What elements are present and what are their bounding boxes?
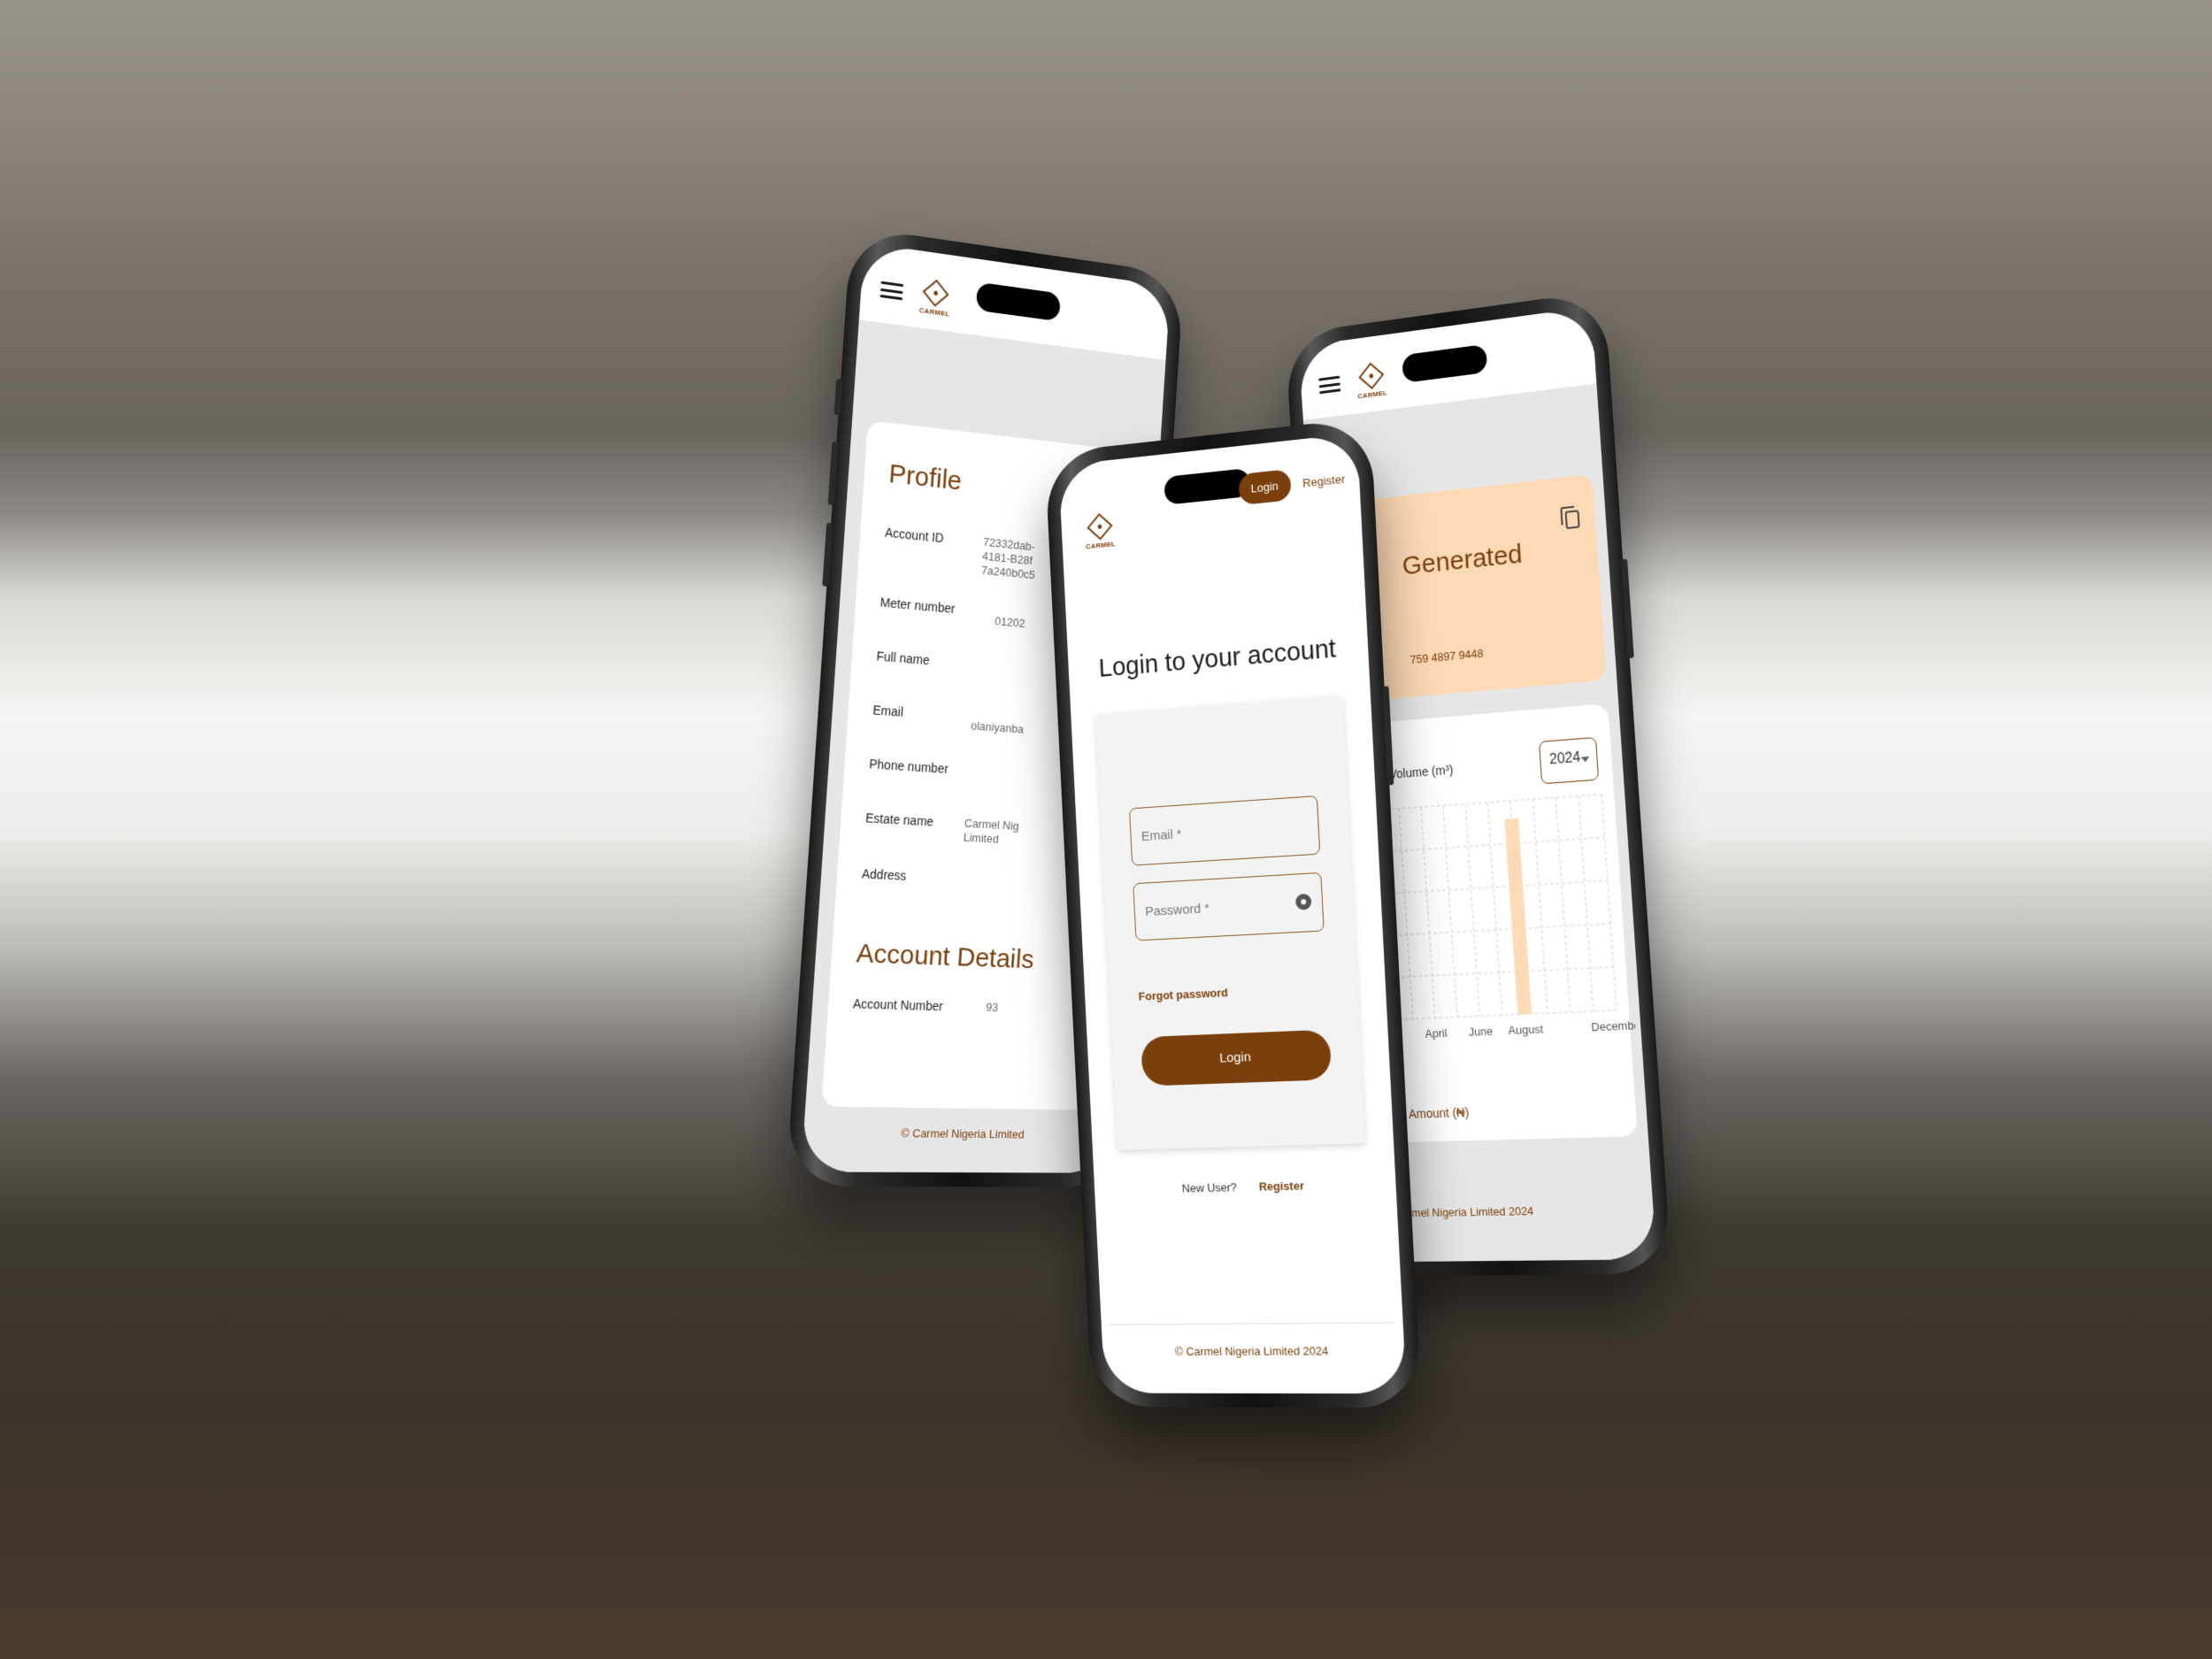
grid-line-horizontal xyxy=(1356,795,1601,812)
page-title: Login to your account xyxy=(1098,634,1337,683)
logo-text: CARMEL xyxy=(1357,388,1388,401)
logo-diamond-icon xyxy=(1358,362,1385,390)
grid-line-vertical xyxy=(1487,803,1502,1015)
row-label: Address xyxy=(861,866,907,883)
password-field[interactable]: Password * xyxy=(1133,872,1325,941)
grid-line-vertical xyxy=(1443,805,1457,1017)
footer: © Carmel Nigeria Limited 2024 xyxy=(1174,1344,1329,1358)
grid-line-horizontal xyxy=(1369,1010,1616,1021)
generated-number: 759 4897 9448 xyxy=(1409,646,1484,667)
grid-line-vertical xyxy=(1465,804,1479,1017)
x-tick-label: June xyxy=(1468,1025,1493,1039)
menu-icon[interactable] xyxy=(879,280,904,301)
top-nav: Login Register xyxy=(1238,463,1346,506)
row-value: olaniyanba xyxy=(970,718,1025,736)
row-label: Account Number xyxy=(852,996,944,1014)
screen: CARMEL Login Register Login to your acco… xyxy=(1058,433,1407,1394)
carmel-logo[interactable]: CARMEL xyxy=(918,278,954,319)
email-placeholder: Email * xyxy=(1141,826,1182,845)
forgot-password-link[interactable]: Forgot password xyxy=(1138,986,1228,1003)
carmel-logo[interactable]: CARMEL xyxy=(1354,361,1389,401)
login-button[interactable]: Login xyxy=(1140,1029,1333,1087)
row-value: 01202 xyxy=(994,614,1025,631)
row-value: 93 xyxy=(985,1000,999,1015)
volume-label: Volume (m³) xyxy=(1388,762,1454,782)
carmel-logo[interactable]: CARMEL xyxy=(1082,512,1118,551)
new-user-text: New User? xyxy=(1181,1180,1238,1195)
grid-line-vertical xyxy=(1421,807,1435,1018)
grid-line-horizontal xyxy=(1366,967,1613,979)
login-card: Email * Password * Forgot password Login xyxy=(1095,695,1365,1150)
grid-line-horizontal xyxy=(1361,880,1608,895)
grid-line-horizontal xyxy=(1363,924,1610,937)
grid-line-vertical xyxy=(1399,809,1413,1019)
email-field[interactable]: Email * xyxy=(1128,795,1321,866)
caret-down-icon xyxy=(1580,756,1590,763)
row-label: Phone number xyxy=(868,757,949,777)
register-link[interactable]: Register xyxy=(1258,1179,1304,1193)
logo-diamond-icon xyxy=(1087,512,1113,541)
eye-icon[interactable] xyxy=(1294,893,1312,910)
grid-line-vertical xyxy=(1601,795,1617,1010)
x-tick-label: April xyxy=(1425,1027,1448,1041)
grid-line-vertical xyxy=(1555,797,1570,1012)
generated-title: Generated xyxy=(1401,539,1524,581)
row-value: 72332dab- 4181-B28f 7a240b0c5 xyxy=(980,534,1036,582)
row-label: Estate name xyxy=(864,810,934,829)
row-label: Meter number xyxy=(879,595,956,617)
grid-line-vertical xyxy=(1532,799,1547,1013)
logo-text: CARMEL xyxy=(1085,540,1117,551)
chart-bar[interactable] xyxy=(1504,818,1532,1015)
phone-login: CARMEL Login Register Login to your acco… xyxy=(1044,417,1422,1409)
password-placeholder: Password * xyxy=(1144,901,1210,920)
row-value: Carmel Nig Limited xyxy=(963,816,1020,846)
divider xyxy=(1110,1322,1394,1325)
grid-line-vertical xyxy=(1578,796,1594,1011)
legend-label: Amount (₦) xyxy=(1408,1105,1470,1121)
year-value: 2024 xyxy=(1548,749,1581,768)
nav-register-link[interactable]: Register xyxy=(1302,472,1346,490)
logo-diamond-icon xyxy=(922,279,949,307)
menu-icon[interactable] xyxy=(1318,375,1341,395)
new-user-row: New User? Register xyxy=(1094,1177,1396,1197)
row-label: Full name xyxy=(876,649,931,668)
footer: armel Nigeria Limited 2024 xyxy=(1401,1203,1534,1220)
grid-line-horizontal xyxy=(1358,837,1605,853)
year-select[interactable]: 2024 xyxy=(1538,736,1600,785)
x-tick-label: December xyxy=(1591,1018,1639,1033)
x-tick-label: August xyxy=(1508,1023,1544,1037)
copy-icon[interactable] xyxy=(1564,510,1580,530)
row-label: Email xyxy=(872,703,904,719)
nav-login-button[interactable]: Login xyxy=(1238,469,1292,506)
logo-text: CARMEL xyxy=(918,305,950,319)
footer: © Carmel Nigeria Limited xyxy=(900,1126,1025,1141)
row-label: Account ID xyxy=(884,525,945,546)
